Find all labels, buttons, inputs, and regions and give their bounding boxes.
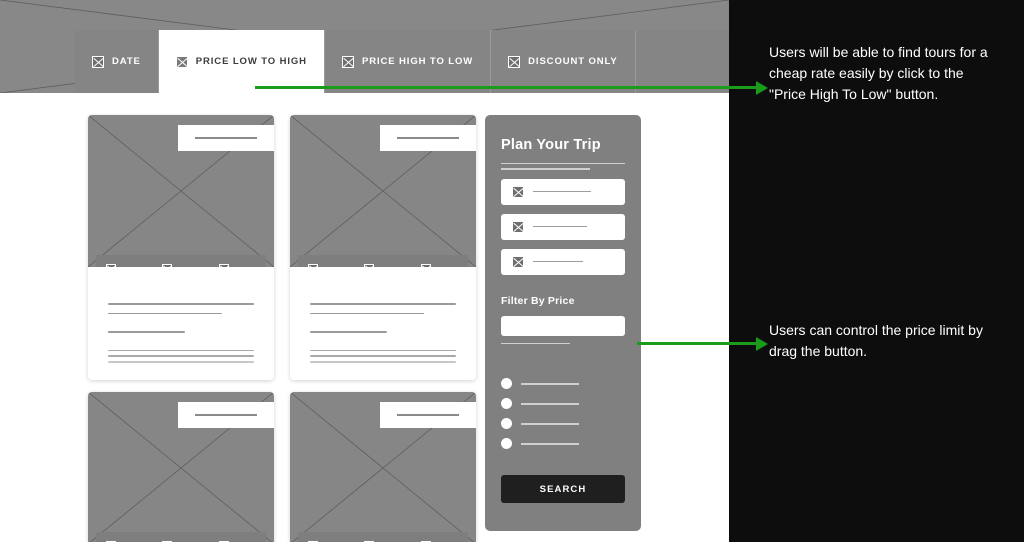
annotation-panel: Users will be able to find tours for a c… bbox=[729, 0, 1024, 542]
broken-image-icon bbox=[421, 264, 432, 267]
tab-discount-only[interactable]: DISCOUNT ONLY bbox=[491, 30, 636, 93]
sort-tab-bar[interactable]: DATE PRICE LOW TO HIGH PRICE HIGH TO LOW… bbox=[75, 30, 729, 93]
price-badge bbox=[380, 125, 476, 151]
tab-label: DATE bbox=[112, 56, 141, 67]
broken-image-icon bbox=[162, 264, 173, 267]
radio-dot-icon bbox=[501, 438, 512, 450]
broken-image-icon bbox=[219, 264, 230, 267]
price-slider-track[interactable] bbox=[501, 315, 625, 336]
radio-option[interactable] bbox=[501, 398, 625, 410]
wireframe-mockup: DATE PRICE LOW TO HIGH PRICE HIGH TO LOW… bbox=[0, 0, 729, 542]
radio-dot-icon bbox=[501, 378, 512, 390]
price-badge bbox=[178, 125, 274, 151]
filter-by-price-title: Filter By Price bbox=[501, 294, 575, 307]
tour-card[interactable] bbox=[290, 392, 476, 542]
tab-label: DISCOUNT ONLY bbox=[528, 56, 618, 67]
panel-divider bbox=[501, 168, 591, 170]
broken-image-icon bbox=[341, 55, 354, 68]
broken-image-icon bbox=[512, 185, 524, 198]
search-button[interactable]: SEARCH bbox=[501, 475, 625, 503]
card-text-block bbox=[290, 267, 476, 363]
card-text-block bbox=[88, 267, 274, 363]
broken-image-icon bbox=[175, 55, 188, 68]
tab-price-low-to-high[interactable]: PRICE LOW TO HIGH bbox=[158, 30, 325, 93]
broken-image-icon bbox=[512, 220, 524, 233]
tab-date[interactable]: DATE bbox=[75, 30, 159, 93]
broken-image-icon bbox=[508, 55, 521, 68]
annotation-arrow-tabs bbox=[255, 86, 757, 89]
trip-field-1[interactable] bbox=[501, 178, 625, 205]
radio-dot-icon bbox=[501, 398, 512, 410]
trip-field-3[interactable] bbox=[501, 248, 625, 275]
annotation-text: Users will be able to find tours for a c… bbox=[769, 44, 988, 102]
broken-image-icon bbox=[105, 264, 116, 267]
tab-empty-slot bbox=[635, 30, 729, 93]
panel-divider bbox=[501, 163, 625, 165]
price-slider-label-line bbox=[501, 342, 571, 345]
broken-image-icon bbox=[92, 55, 104, 68]
panel-title: Plan Your Trip bbox=[501, 137, 601, 153]
card-image-placeholder bbox=[88, 115, 274, 267]
radio-option[interactable] bbox=[501, 378, 625, 390]
strip-item bbox=[421, 264, 458, 267]
tab-price-high-to-low[interactable]: PRICE HIGH TO LOW bbox=[324, 30, 492, 93]
card-image-placeholder bbox=[290, 392, 476, 542]
broken-image-icon bbox=[364, 264, 375, 267]
tour-card[interactable] bbox=[88, 392, 274, 542]
radio-option[interactable] bbox=[501, 418, 625, 430]
tour-card[interactable] bbox=[88, 115, 274, 380]
broken-image-icon bbox=[307, 264, 318, 267]
card-image-placeholder bbox=[88, 392, 274, 542]
price-radio-group[interactable] bbox=[501, 378, 625, 450]
price-badge bbox=[380, 402, 476, 428]
card-image-placeholder bbox=[290, 115, 476, 267]
card-icon-strip bbox=[96, 532, 266, 542]
tab-label: PRICE HIGH TO LOW bbox=[361, 56, 474, 67]
strip-item bbox=[105, 264, 143, 267]
radio-option[interactable] bbox=[501, 438, 625, 450]
strip-item bbox=[364, 264, 401, 267]
tour-card[interactable] bbox=[290, 115, 476, 380]
screenshot-root: DATE PRICE LOW TO HIGH PRICE HIGH TO LOW… bbox=[0, 0, 1024, 542]
strip-item bbox=[162, 264, 199, 267]
plan-your-trip-panel: Plan Your Trip Filter By Price SEARCH bbox=[485, 115, 641, 531]
strip-item bbox=[219, 264, 256, 267]
annotation-arrow-price-slider bbox=[637, 342, 757, 345]
card-icon-strip bbox=[96, 255, 266, 267]
tab-label: PRICE LOW TO HIGH bbox=[195, 56, 307, 67]
card-icon-strip bbox=[298, 255, 468, 267]
trip-field-2[interactable] bbox=[501, 213, 625, 240]
annotation-text: Users can control the price limit by dra… bbox=[769, 322, 983, 359]
price-badge bbox=[178, 402, 274, 428]
radio-dot-icon bbox=[501, 418, 512, 430]
card-icon-strip bbox=[298, 532, 468, 542]
broken-image-icon bbox=[512, 255, 524, 268]
strip-item bbox=[307, 264, 345, 267]
